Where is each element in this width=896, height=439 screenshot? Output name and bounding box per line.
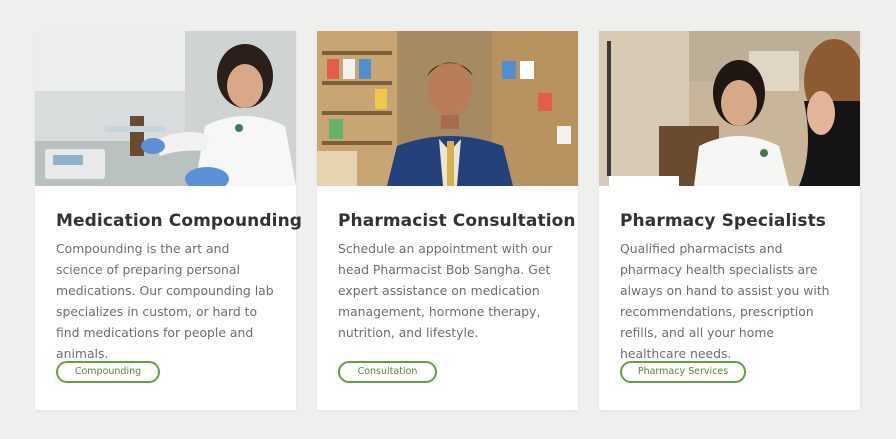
card-title: Pharmacist Consultation (338, 211, 576, 231)
pharmacy-services-button[interactable]: Pharmacy Services (620, 361, 746, 383)
card-description: Qualified pharmacists and pharmacy healt… (620, 241, 830, 361)
card-description: Schedule an appointment with our head Ph… (338, 241, 553, 340)
service-card-consultation: Pharmacist Consultation Schedule an appo… (317, 31, 578, 410)
service-card-compounding: Medication Compounding Compounding is th… (35, 31, 303, 410)
pharmacist-portrait-photo (317, 31, 578, 186)
service-card-specialists: Pharmacy Specialists Qualified pharmacis… (599, 31, 860, 410)
card-title: Pharmacy Specialists (620, 211, 827, 231)
card-title: Medication Compounding (56, 211, 303, 231)
pharmacy-specialist-photo (599, 31, 860, 186)
compounding-button[interactable]: Compounding (56, 361, 160, 383)
card-description: Compounding is the art and science of pr… (56, 241, 274, 361)
consultation-button[interactable]: Consultation (338, 361, 437, 383)
pharmacist-compounding-photo (35, 31, 296, 186)
